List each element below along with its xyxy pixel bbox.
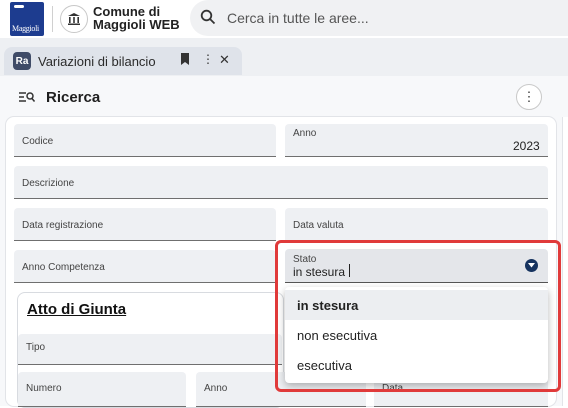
atto-section-title: Atto di Giunta [27, 301, 127, 318]
atto-anno-label: Anno [204, 383, 228, 394]
codice-field[interactable] [14, 124, 276, 157]
numero-label: Numero [26, 383, 62, 394]
descrizione-label: Descrizione [22, 178, 75, 189]
tab-menu-icon[interactable]: ⋮ [202, 52, 214, 66]
bookmark-icon[interactable] [180, 53, 190, 68]
data-valuta-label: Data valuta [293, 220, 344, 231]
app-title-line2: Maggioli WEB [93, 17, 180, 32]
more-options-icon[interactable]: ⋮ [516, 84, 542, 110]
page-title: Ricerca [46, 89, 101, 106]
anno-competenza-label: Anno Competenza [22, 262, 105, 273]
close-icon[interactable]: ✕ [219, 52, 230, 68]
side-panel [562, 117, 568, 406]
anno-value[interactable]: 2023 [513, 139, 540, 153]
tipo-label: Tipo [26, 342, 46, 353]
highlight-box [275, 240, 561, 392]
maggioli-logo: Maggioli [10, 2, 44, 36]
descrizione-field[interactable] [14, 166, 548, 199]
tipo-field[interactable] [18, 334, 282, 365]
anno-field[interactable] [285, 124, 548, 157]
search-input[interactable]: Cerca in tutte le aree... [227, 10, 369, 26]
codice-label: Codice [22, 136, 54, 147]
header-divider [52, 6, 53, 32]
logo-text: Maggioli [12, 24, 39, 33]
building-icon[interactable] [60, 5, 88, 33]
app-title[interactable]: Comune di Maggioli WEB [93, 5, 203, 31]
tab-badge-icon: Ra [13, 52, 31, 70]
filter-search-icon [19, 90, 36, 108]
anno-label: Anno [293, 128, 317, 139]
data-registrazione-label: Data registrazione [22, 220, 104, 231]
tab-label[interactable]: Variazioni di bilancio [38, 54, 156, 69]
search-icon[interactable] [200, 9, 216, 30]
